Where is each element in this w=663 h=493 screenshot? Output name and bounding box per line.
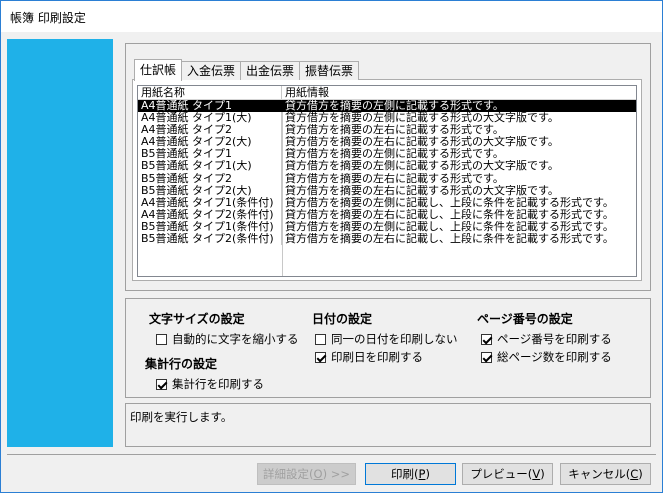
button-label-suffix: ) >> <box>322 467 350 481</box>
checkbox-label: 同一の日付を印刷しない <box>331 332 458 346</box>
print-button[interactable]: 印刷(P) <box>365 463 456 485</box>
tab-strip: 仕訳帳 入金伝票 出金伝票 振替伝票 <box>134 59 360 81</box>
list-item[interactable]: B5普通紙 タイプ2(大) 貸方借方を摘要の左右に記載する形式の大文字版です。 <box>138 184 636 197</box>
paper-info-cell: 貸方借方を摘要の左右に記載し、上段に条件を記載する形式です。 <box>285 208 614 221</box>
checkbox-label: 印刷日を印刷する <box>331 350 423 364</box>
paper-name-cell: B5普通紙 タイプ1(条件付) <box>138 220 282 234</box>
print-total-row-checkbox[interactable]: 集計行を印刷する <box>156 376 264 392</box>
button-label: 詳細設定( <box>263 467 314 481</box>
paper-name-cell: A4普通紙 タイプ2(大) <box>138 136 282 149</box>
details-button[interactable]: 詳細設定(O) >> <box>257 463 356 485</box>
print-date-checkbox[interactable]: 印刷日を印刷する <box>315 349 423 365</box>
paper-info-cell: 貸方借方を摘要の左側に記載し、上段に条件を記載する形式です。 <box>285 196 614 209</box>
checkbox-label: 自動的に文字を縮小する <box>172 332 299 346</box>
auto-shrink-checkbox[interactable]: 自動的に文字を縮小する <box>156 331 299 347</box>
button-label-suffix: ) <box>425 467 430 481</box>
checkbox-box[interactable] <box>481 333 492 345</box>
list-item[interactable]: A4普通紙 タイプ2 貸方借方を摘要の左右に記載する形式です。 <box>138 124 636 137</box>
button-label-suffix: ) <box>540 467 545 481</box>
list-item[interactable]: A4普通紙 タイプ1(大) 貸方借方を摘要の左側に記載する形式の大文字版です。 <box>138 112 636 125</box>
date-settings-title: 日付の設定 <box>312 312 373 326</box>
paper-info-cell: 貸方借方を摘要の左側に記載する形式です。 <box>285 100 504 112</box>
paper-info-cell: 貸方借方を摘要の左側に記載する形式です。 <box>285 148 504 161</box>
checkbox-box[interactable] <box>156 378 167 390</box>
paper-info-cell: 貸方借方を摘要の左右に記載する形式です。 <box>285 172 504 185</box>
button-bar-divider <box>7 454 656 455</box>
print-total-pages-checkbox[interactable]: 総ページ数を印刷する <box>481 349 612 365</box>
status-panel: 印刷を実行します。 <box>125 403 651 447</box>
button-accelerator: V <box>532 467 541 481</box>
checkbox-label: 総ページ数を印刷する <box>497 350 612 364</box>
paper-info-cell: 貸方借方を摘要の左側に記載する形式の大文字版です。 <box>285 160 559 173</box>
checkbox-box[interactable] <box>156 333 167 345</box>
paper-info-cell: 貸方借方を摘要の左側に記載し、上段に条件を記載する形式です。 <box>285 220 614 233</box>
paper-name-cell: A4普通紙 タイプ2(条件付) <box>138 208 282 221</box>
paper-name-cell: B5普通紙 タイプ2(大) <box>138 184 282 197</box>
side-banner <box>7 39 113 447</box>
list-item[interactable]: B5普通紙 タイプ1(大) 貸方借方を摘要の左側に記載する形式の大文字版です。 <box>138 160 636 173</box>
paper-name-cell: B5普通紙 タイプ1 <box>138 148 282 161</box>
tab-receipt-slip[interactable]: 入金伝票 <box>181 61 242 80</box>
list-item[interactable]: B5普通紙 タイプ1(条件付) 貸方借方を摘要の左側に記載し、上段に条件を記載する… <box>138 220 636 234</box>
paper-name-cell: B5普通紙 タイプ2 <box>138 172 282 185</box>
checkbox-box[interactable] <box>315 333 326 345</box>
print-settings-window: 帳簿 印刷設定 仕訳帳 入金伝票 出金伝票 振替伝票 用紙名称 用紙情報 A4普… <box>0 0 663 493</box>
paper-name-cell: B5普通紙 タイプ1(大) <box>138 160 282 173</box>
status-message: 印刷を実行します。 <box>130 410 233 424</box>
title-bar[interactable]: 帳簿 印刷設定 <box>1 1 662 32</box>
paper-name-cell: B5普通紙 タイプ2(条件付) <box>138 233 282 246</box>
list-item[interactable]: A4普通紙 タイプ1 貸方借方を摘要の左側に記載する形式です。 <box>138 100 636 113</box>
list-item[interactable]: A4普通紙 タイプ1(条件付) 貸方借方を摘要の左側に記載し、上段に条件を記載する… <box>138 196 636 209</box>
button-label: キャンセル( <box>568 467 631 481</box>
button-accelerator: O <box>313 467 323 481</box>
paper-info-cell: 貸方借方を摘要の左右に記載する形式の大文字版です。 <box>285 136 559 149</box>
banner-watermark-logo <box>67 65 113 263</box>
column-header-paper-info[interactable]: 用紙情報 <box>282 86 636 99</box>
column-header-paper-name[interactable]: 用紙名称 <box>138 86 282 99</box>
checkbox-label: 集計行を印刷する <box>172 377 264 391</box>
list-item[interactable]: A4普通紙 タイプ2(大) 貸方借方を摘要の左右に記載する形式の大文字版です。 <box>138 136 636 149</box>
list-item[interactable]: A4普通紙 タイプ2(条件付) 貸方借方を摘要の左右に記載し、上段に条件を記載する… <box>138 208 636 221</box>
button-label: プレビュー( <box>470 467 533 481</box>
list-item[interactable]: B5普通紙 タイプ2 貸方借方を摘要の左右に記載する形式です。 <box>138 172 636 185</box>
skip-same-date-checkbox[interactable]: 同一の日付を印刷しない <box>315 331 458 347</box>
checkbox-box[interactable] <box>315 351 326 363</box>
tab-journal[interactable]: 仕訳帳 <box>134 59 183 81</box>
cancel-button[interactable]: キャンセル(C) <box>560 463 651 485</box>
page-number-settings-title: ページ番号の設定 <box>477 312 573 326</box>
list-item[interactable]: B5普通紙 タイプ1 貸方借方を摘要の左側に記載する形式です。 <box>138 148 636 161</box>
paper-name-cell: A4普通紙 タイプ2 <box>138 124 282 137</box>
paper-name-cell: A4普通紙 タイプ1 <box>138 100 282 113</box>
paper-info-cell: 貸方借方を摘要の左右に記載し、上段に条件を記載する形式です。 <box>285 233 614 246</box>
total-row-settings-title: 集計行の設定 <box>145 357 218 371</box>
checkbox-box[interactable] <box>481 351 492 363</box>
preview-button[interactable]: プレビュー(V) <box>462 463 553 485</box>
font-size-settings-title: 文字サイズの設定 <box>149 312 245 326</box>
paper-info-cell: 貸方借方を摘要の左右に記載する形式です。 <box>285 124 504 137</box>
list-rows: A4普通紙 タイプ1 貸方借方を摘要の左側に記載する形式です。 A4普通紙 タイプ1… <box>138 100 636 246</box>
button-label-suffix: ) <box>638 467 643 481</box>
list-item[interactable]: B5普通紙 タイプ2(条件付) 貸方借方を摘要の左右に記載し、上段に条件を記載する… <box>138 233 636 246</box>
paper-list[interactable]: 用紙名称 用紙情報 A4普通紙 タイプ1 貸方借方を摘要の左側に記載する形式です。… <box>137 85 637 277</box>
paper-name-cell: A4普通紙 タイプ1(大) <box>138 112 282 125</box>
list-header: 用紙名称 用紙情報 <box>138 86 636 100</box>
paper-info-cell: 貸方借方を摘要の左右に記載する形式の大文字版です。 <box>285 184 559 197</box>
paper-info-cell: 貸方借方を摘要の左側に記載する形式の大文字版です。 <box>285 112 559 125</box>
tab-transfer-slip[interactable]: 振替伝票 <box>299 61 360 80</box>
checkbox-label: ページ番号を印刷する <box>497 332 612 346</box>
window-title: 帳簿 印刷設定 <box>10 11 86 25</box>
button-label: 印刷( <box>391 467 419 481</box>
tab-payment-slip[interactable]: 出金伝票 <box>240 61 301 80</box>
print-page-number-checkbox[interactable]: ページ番号を印刷する <box>481 331 612 347</box>
paper-name-cell: A4普通紙 タイプ1(条件付) <box>138 196 282 209</box>
